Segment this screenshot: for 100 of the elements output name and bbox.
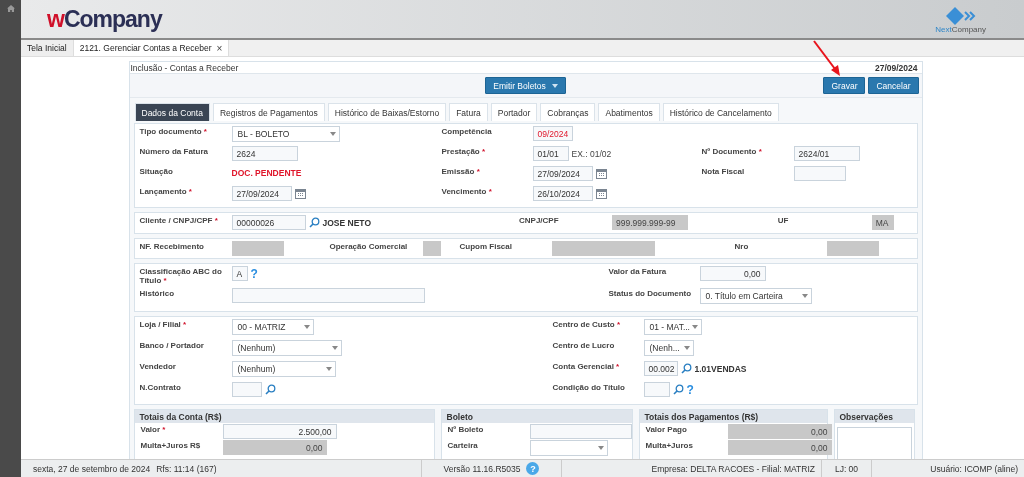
date-field[interactable]: 26/10/2024	[532, 186, 593, 201]
calendar-icon[interactable]	[294, 188, 306, 199]
search-icon[interactable]	[308, 217, 320, 228]
date-field[interactable]: 27/09/2024	[231, 186, 292, 201]
panel-title: Totais da Conta (R$)	[134, 410, 434, 423]
field-label: Cliente / CNPJ/CPF *	[139, 215, 219, 226]
caret-icon	[331, 346, 338, 350]
select-field[interactable]: 01 - MAT...	[643, 319, 702, 335]
readonly-field: 0,00	[222, 440, 327, 455]
text-field[interactable]: 01/01	[532, 146, 569, 161]
caret-icon	[801, 294, 808, 298]
select-field[interactable]: BL - BOLETO	[231, 126, 340, 142]
field-label: Vencimento *	[441, 186, 493, 197]
readonly-field: 0,00	[727, 440, 832, 455]
caret-icon	[303, 325, 310, 329]
panel-title: Totais dos Pagamentos (R$)	[639, 410, 827, 423]
readonly-field: MA	[871, 215, 894, 230]
form-tab[interactable]: Histórico de Baixas/Estorno	[327, 103, 447, 121]
select-field[interactable]: 00 - MATRIZ	[231, 319, 314, 335]
field-label: Multa+Juros	[645, 440, 694, 451]
calendar-icon[interactable]	[595, 188, 607, 199]
company-text: Empresa: DELTA RACOES - Filial: MATRIZ	[651, 463, 815, 474]
code-field[interactable]: 00.002	[643, 361, 678, 376]
form-tab[interactable]: Histórico de Cancelamento	[662, 103, 779, 121]
field-label: Tipo documento *	[139, 126, 208, 137]
field-label: Centro de Lucro	[552, 340, 616, 351]
field-label: Valor Pago	[645, 424, 688, 435]
date-field[interactable]: 27/09/2024	[532, 166, 593, 181]
field-label: Situação	[139, 166, 174, 177]
close-icon[interactable]: ×	[216, 42, 223, 54]
annotation-arrow	[813, 40, 840, 76]
readonly-field: 0,00	[727, 424, 832, 439]
select-field[interactable]: (Nenhum)	[231, 361, 336, 377]
notes-field[interactable]	[836, 427, 912, 459]
field-label: CNPJ/CPF	[519, 215, 560, 226]
field-label: Vendedor	[139, 361, 177, 372]
code-field[interactable]	[643, 382, 670, 397]
caret-icon	[683, 346, 690, 350]
field-label: Classificação ABC do Título *	[139, 266, 223, 286]
search-icon[interactable]	[672, 384, 684, 395]
number-field[interactable]: 2.500,00	[222, 424, 337, 439]
field-label: NF. Recebimento	[139, 241, 205, 252]
select-field[interactable]	[529, 440, 608, 456]
field-label: Histórico	[139, 288, 176, 299]
code-field[interactable]	[231, 382, 262, 397]
field-label: Emissão *	[441, 166, 481, 177]
brand-logo: NextCompany	[935, 6, 986, 34]
emit-boletos-button[interactable]: Emitir Boletos	[485, 77, 566, 94]
page-tab[interactable]: 2121. Gerenciar Contas a Receber ×	[73, 40, 230, 56]
search-icon[interactable]	[264, 384, 276, 395]
form-tab[interactable]: Registros de Pagamentos	[212, 103, 325, 121]
action-button[interactable]: Gravar	[823, 77, 866, 94]
field-label: Valor da Fatura	[608, 266, 668, 277]
field-label: Carteira	[447, 440, 479, 451]
text-field[interactable]: 2624	[231, 146, 298, 161]
text-field[interactable]: 2624/01	[793, 146, 860, 161]
form-tab[interactable]: Portador	[490, 103, 538, 121]
code-field[interactable]: 00000026	[231, 215, 306, 230]
caret-icon	[325, 367, 332, 371]
readonly-field	[422, 241, 441, 256]
field-label: Nº Boleto	[447, 424, 485, 435]
lookup-name: JOSE NETO	[322, 217, 371, 228]
search-icon[interactable]	[680, 363, 692, 374]
field-label: Nº Documento *	[701, 146, 763, 157]
company-logo: wCompany	[47, 5, 162, 33]
caret-icon	[691, 325, 698, 329]
form-tab[interactable]: Cobranças	[540, 103, 596, 121]
select-field[interactable]: (Nenh...	[643, 340, 694, 356]
text-field[interactable]: 09/2024	[532, 126, 573, 141]
panel-title: Boleto	[441, 410, 632, 423]
text-field[interactable]	[793, 166, 846, 181]
form-tab[interactable]: Dados da Conta	[134, 103, 210, 121]
text-field[interactable]	[231, 288, 425, 303]
caret-icon	[329, 132, 336, 136]
readonly-field	[826, 241, 879, 256]
help-icon[interactable]: ?	[250, 267, 258, 280]
field-label: UF	[777, 215, 790, 226]
field-label: Nro	[734, 241, 750, 252]
form-tab[interactable]: Fatura	[449, 103, 488, 121]
field-label: Competência	[441, 126, 493, 137]
help-icon[interactable]: ?	[686, 383, 694, 396]
text-field[interactable]: A	[231, 266, 248, 281]
home-icon[interactable]	[6, 5, 15, 12]
action-button[interactable]: Cancelar	[868, 77, 919, 94]
number-field[interactable]: 0,00	[699, 266, 766, 281]
select-field[interactable]: 0. Título em Carteira	[699, 288, 812, 304]
select-field[interactable]: (Nenhum)	[231, 340, 342, 356]
format-hint: EX.: 01/02	[571, 148, 612, 159]
field-label: Valor *	[140, 424, 167, 435]
text-field[interactable]	[529, 424, 632, 439]
field-label: Operação Comercial	[329, 241, 409, 252]
field-label: Banco / Portador	[139, 340, 205, 351]
field-label: Condição do Título	[552, 382, 626, 393]
readonly-field: 999.999.999-99	[612, 215, 688, 230]
calendar-icon[interactable]	[595, 168, 607, 179]
version-text: Versão 11.16.R5035	[443, 463, 521, 474]
field-label: Loja / Filial *	[139, 319, 188, 330]
refresh-time: Rfs: 11:14 (167)	[156, 463, 217, 474]
field-label: Centro de Custo *	[552, 319, 622, 330]
form-tab[interactable]: Abatimentos	[598, 103, 660, 121]
